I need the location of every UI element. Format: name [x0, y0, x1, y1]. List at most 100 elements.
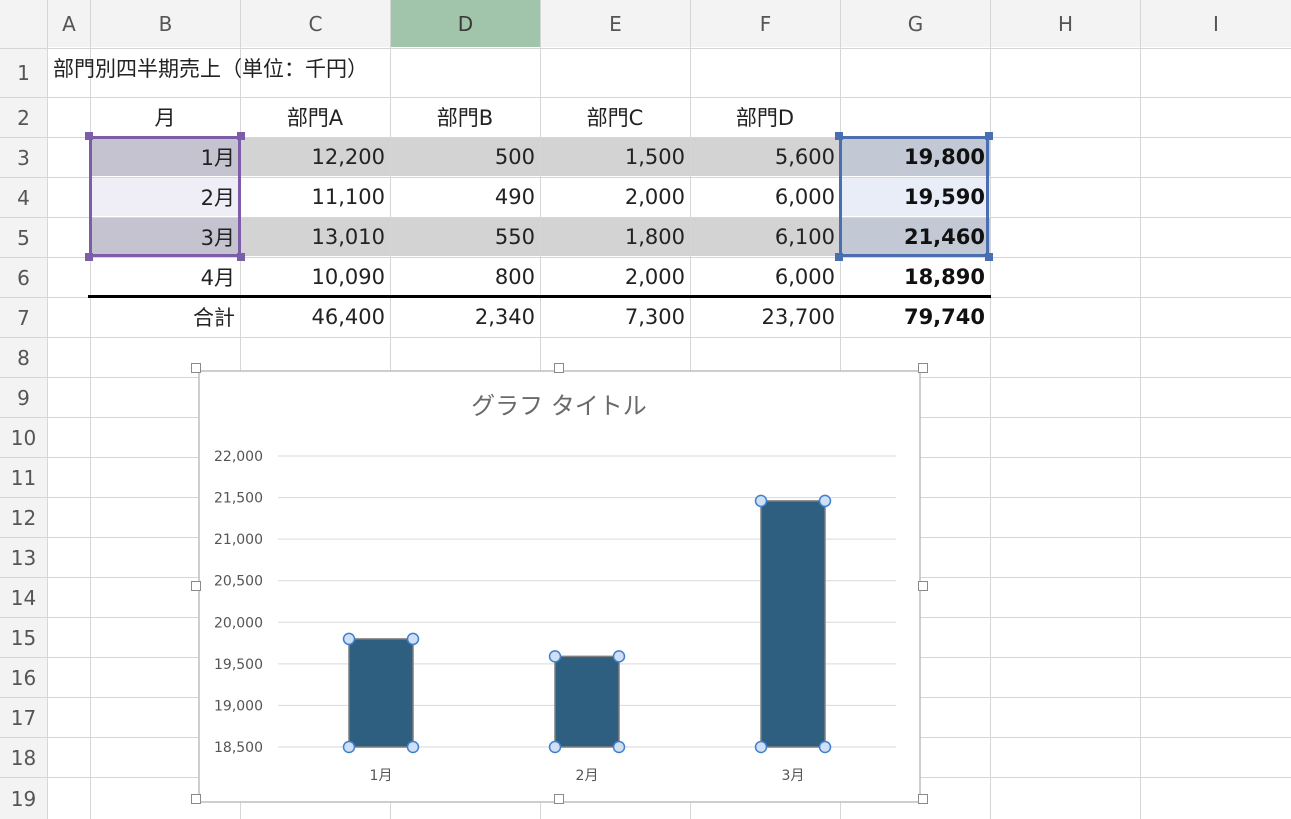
column-header-a[interactable]: A — [48, 0, 90, 47]
table-cell[interactable]: 2,000 — [540, 177, 690, 217]
chart-canvas[interactable]: グラフ タイトル 18,500 19,000 19,500 20,000 20,500 21… — [196, 368, 923, 805]
table-cell[interactable]: 1,500 — [540, 137, 690, 177]
total-cell[interactable]: 7,300 — [540, 297, 690, 337]
row-header-15[interactable]: 15 — [0, 618, 47, 657]
table-cell[interactable]: 5,600 — [690, 137, 840, 177]
bar-selection-handle[interactable] — [406, 632, 420, 646]
column-header-h[interactable]: H — [991, 0, 1140, 47]
bar-selection-handle[interactable] — [612, 650, 626, 663]
chart-resize-handle[interactable] — [918, 581, 928, 591]
value-range-selection-handle[interactable] — [835, 132, 843, 140]
bar-selection-handle[interactable] — [342, 740, 356, 754]
chart-resize-handle[interactable] — [191, 363, 201, 373]
category-range-selection-handle[interactable] — [85, 132, 93, 140]
y-tick-label: 22,000 — [214, 449, 263, 465]
row-header-10[interactable]: 10 — [0, 418, 47, 457]
table-cell[interactable]: 12,200 — [240, 137, 390, 177]
row-header-8[interactable]: 8 — [0, 338, 47, 377]
category-range-selection[interactable] — [89, 136, 241, 257]
bar-selection-handle[interactable] — [754, 740, 768, 754]
category-range-selection-handle[interactable] — [237, 132, 245, 140]
category-range-selection-handle[interactable] — [85, 253, 93, 261]
table-header-cell[interactable]: 部門D — [690, 97, 840, 137]
row-header-19[interactable]: 19 — [0, 778, 47, 819]
bar-selection-handle[interactable] — [818, 494, 832, 508]
y-tick-label: 20,500 — [214, 574, 263, 590]
chart-resize-handle[interactable] — [554, 363, 564, 373]
chart-resize-handle[interactable] — [191, 794, 201, 804]
table-cell[interactable]: 6,000 — [690, 177, 840, 217]
row-header-4[interactable]: 4 — [0, 178, 47, 217]
bar-selection-handle[interactable] — [818, 740, 832, 754]
bar-selection-handle[interactable] — [342, 632, 356, 646]
select-all-corner[interactable] — [0, 0, 47, 48]
chart-resize-handle[interactable] — [554, 794, 564, 804]
row-header-18[interactable]: 18 — [0, 738, 47, 777]
bar-1[interactable] — [348, 638, 414, 748]
sheet-title[interactable]: 部門別四半期売上（単位：千円） — [48, 48, 548, 88]
table-cell[interactable]: 1,800 — [540, 217, 690, 257]
value-range-selection[interactable] — [839, 136, 989, 257]
bar-3[interactable] — [760, 500, 826, 748]
bar-selection-handle[interactable] — [548, 650, 562, 663]
table-cell[interactable]: 800 — [390, 257, 540, 297]
value-range-selection-handle[interactable] — [985, 132, 993, 140]
table-cell[interactable]: 6,000 — [690, 257, 840, 297]
table-cell[interactable]: 4月 — [90, 257, 240, 297]
row-header-17[interactable]: 17 — [0, 698, 47, 737]
bar-2[interactable] — [554, 655, 620, 748]
row-header-9[interactable]: 9 — [0, 378, 47, 417]
table-cell[interactable]: 500 — [390, 137, 540, 177]
table-cell[interactable]: 550 — [390, 217, 540, 257]
row-header-3[interactable]: 3 — [0, 138, 47, 177]
table-cell[interactable]: 18,890 — [840, 257, 990, 297]
bar-selection-handle[interactable] — [754, 494, 768, 508]
x-tick-label: 1月 — [370, 768, 393, 784]
row-header-1[interactable]: 1 — [0, 49, 47, 97]
category-range-selection-handle[interactable] — [237, 253, 245, 261]
table-cell[interactable]: 2,000 — [540, 257, 690, 297]
column-header-f[interactable]: F — [691, 0, 840, 47]
y-tick-label: 20,000 — [214, 615, 263, 631]
row-header-14[interactable]: 14 — [0, 578, 47, 617]
table-header-cell[interactable]: 月 — [90, 97, 240, 137]
row-header-5[interactable]: 5 — [0, 218, 47, 257]
chart-resize-handle[interactable] — [191, 581, 201, 591]
total-cell[interactable]: 23,700 — [690, 297, 840, 337]
row-header-7[interactable]: 7 — [0, 298, 47, 337]
bar-selection-handle[interactable] — [548, 740, 562, 754]
row-header-2[interactable]: 2 — [0, 98, 47, 137]
total-cell[interactable]: 合計 — [90, 297, 240, 337]
column-header-i[interactable]: I — [1141, 0, 1291, 47]
total-cell[interactable]: 79,740 — [840, 297, 990, 337]
row-header-6[interactable]: 6 — [0, 258, 47, 297]
row-header-12[interactable]: 12 — [0, 498, 47, 537]
table-cell[interactable]: 490 — [390, 177, 540, 217]
bar-selection-handle[interactable] — [612, 740, 626, 754]
chart-resize-handle[interactable] — [918, 794, 928, 804]
column-header-e[interactable]: E — [541, 0, 690, 47]
column-header-d[interactable]: D — [391, 0, 540, 47]
bar-selection-handle[interactable] — [406, 740, 420, 754]
table-cell[interactable]: 13,010 — [240, 217, 390, 257]
column-header-g[interactable]: G — [841, 0, 990, 47]
bar-chart[interactable]: グラフ タイトル 18,500 19,000 19,500 20,000 20,500 21… — [191, 363, 928, 805]
table-cell[interactable]: 6,100 — [690, 217, 840, 257]
table-header-cell[interactable]: 部門A — [240, 97, 390, 137]
table-header-cell[interactable]: 部門C — [540, 97, 690, 137]
row-header-16[interactable]: 16 — [0, 658, 47, 697]
table-cell[interactable]: 10,090 — [240, 257, 390, 297]
table-header-cell[interactable]: 部門B — [390, 97, 540, 137]
column-header-c[interactable]: C — [241, 0, 390, 47]
total-cell[interactable]: 46,400 — [240, 297, 390, 337]
value-range-selection-handle[interactable] — [835, 253, 843, 261]
row-header-11[interactable]: 11 — [0, 458, 47, 497]
y-tick-label: 21,000 — [214, 532, 263, 548]
row-header-13[interactable]: 13 — [0, 538, 47, 577]
table-cell[interactable]: 11,100 — [240, 177, 390, 217]
total-cell[interactable]: 2,340 — [390, 297, 540, 337]
column-header-b[interactable]: B — [91, 0, 240, 47]
value-range-selection-handle[interactable] — [985, 253, 993, 261]
y-tick-label: 18,500 — [214, 740, 263, 756]
chart-resize-handle[interactable] — [918, 363, 928, 373]
